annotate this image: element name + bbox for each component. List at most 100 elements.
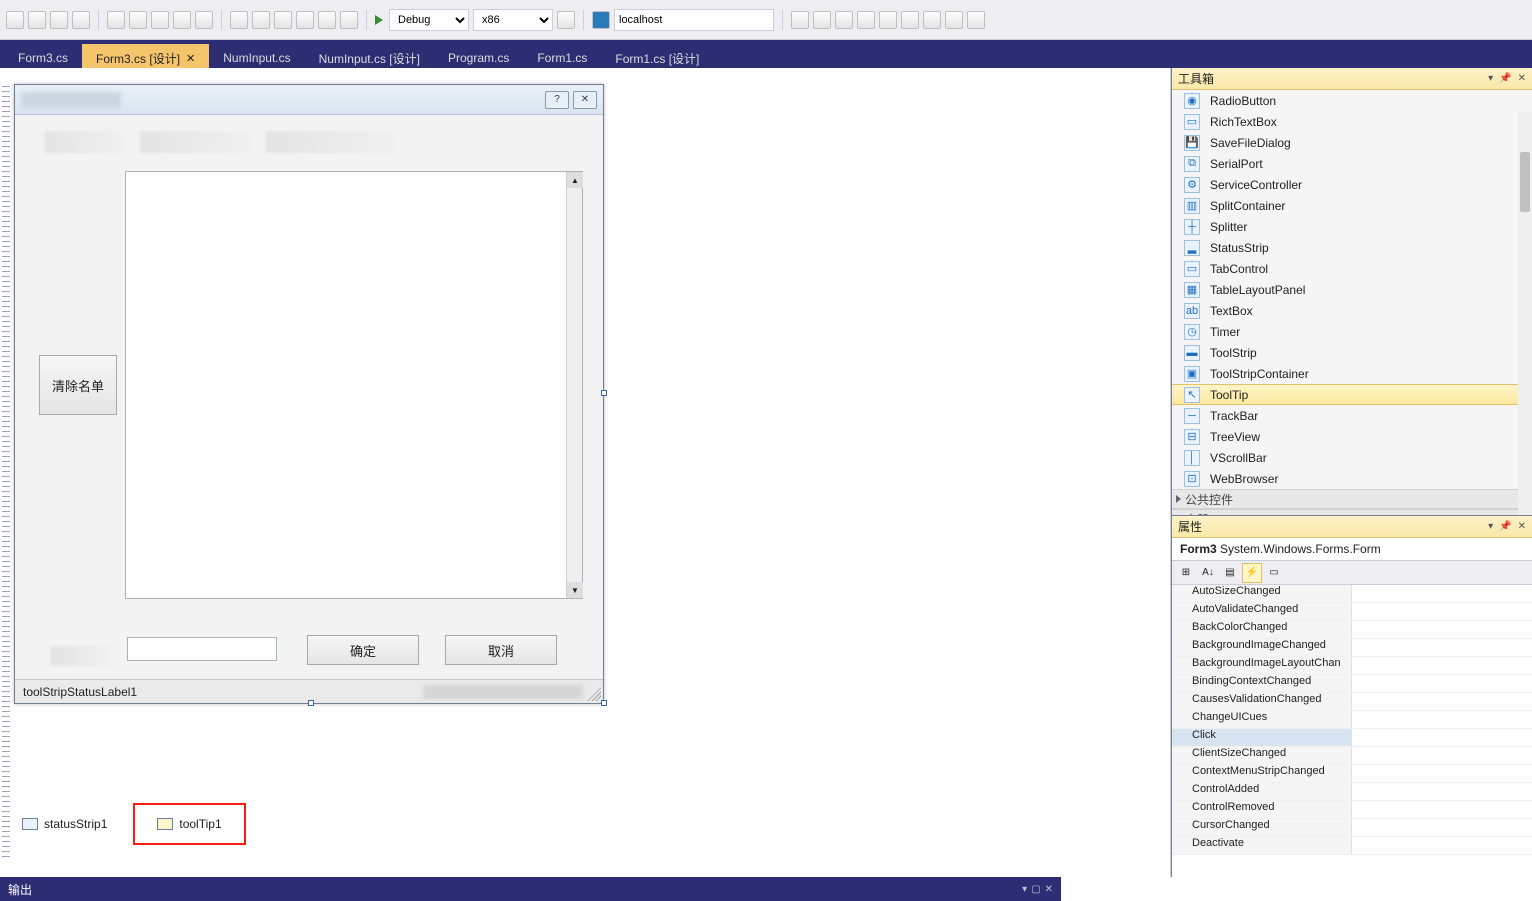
clear-list-button[interactable]: 清除名单 [39,355,117,415]
property-value[interactable] [1352,657,1532,674]
toolbar-button[interactable] [230,11,248,29]
close-icon[interactable]: ✕ [1518,521,1526,532]
toolbox-item-webbrowser[interactable]: ⊡WebBrowser [1172,468,1532,489]
pin-icon[interactable]: 📌 [1499,521,1511,532]
toolbox-item-servicecontroller[interactable]: ⚙ServiceController [1172,174,1532,195]
property-value[interactable] [1352,783,1532,800]
toolbox-item-tabcontrol[interactable]: ▭TabControl [1172,258,1532,279]
toolbox-item-splitcontainer[interactable]: ▥SplitContainer [1172,195,1532,216]
property-row[interactable]: ContextMenuStripChanged [1172,765,1532,783]
document-tab[interactable]: NumInput.cs [设计] [305,44,434,68]
platform-combo[interactable]: x86 [473,9,553,31]
toolbar-button[interactable] [318,11,336,29]
output-tab[interactable]: 输出 ▾ ▢ ✕ [0,877,1061,901]
events-icon[interactable]: ⚡ [1242,563,1262,583]
toolbox-item-serialport[interactable]: ⧉SerialPort [1172,153,1532,174]
toolbar-button[interactable] [945,11,963,29]
vertical-scrollbar[interactable]: ▲ ▼ [566,172,582,598]
document-tab[interactable]: Form1.cs [523,44,601,68]
toolbox-item-tablelayoutpanel[interactable]: ▦TableLayoutPanel [1172,279,1532,300]
toolbox-group[interactable]: 容器 [1172,509,1532,515]
toolbox-list[interactable]: ◉RadioButton▭RichTextBox💾SaveFileDialog⧉… [1172,90,1532,515]
property-row[interactable]: ChangeUICues [1172,711,1532,729]
close-icon[interactable]: ✕ [1045,884,1053,895]
toolbar-button[interactable] [857,11,875,29]
toolbox-item-statusstrip[interactable]: ▂StatusStrip [1172,237,1532,258]
property-row[interactable]: AutoSizeChanged [1172,585,1532,603]
properties-icon[interactable]: ▤ [1220,563,1240,583]
start-debug-icon[interactable] [375,15,385,25]
property-value[interactable] [1352,711,1532,728]
toolbar-button[interactable] [151,11,169,29]
property-grid[interactable]: AutoSizeChangedAutoValidateChangedBackCo… [1172,585,1532,877]
property-value[interactable] [1352,747,1532,764]
toolbar-button[interactable] [923,11,941,29]
size-grip-icon[interactable] [587,687,601,701]
toolbar-button[interactable] [107,11,125,29]
resize-handle[interactable] [601,700,607,706]
browser-icon[interactable] [592,11,610,29]
property-value[interactable] [1352,675,1532,692]
document-tab[interactable]: Form3.cs [4,44,82,68]
toolbar-button[interactable] [296,11,314,29]
property-row[interactable]: AutoValidateChanged [1172,603,1532,621]
target-combo[interactable] [614,9,774,31]
toolbar-button[interactable] [195,11,213,29]
cancel-button[interactable]: 取消 [445,635,557,665]
close-icon[interactable]: ✕ [186,52,195,65]
property-row[interactable]: CursorChanged [1172,819,1532,837]
toolbox-item-vscrollbar[interactable]: │VScrollBar [1172,447,1532,468]
pin-icon[interactable]: ▢ [1031,884,1040,895]
toolbar-button[interactable] [274,11,292,29]
property-row[interactable]: Click [1172,729,1532,747]
property-pages-icon[interactable]: ▭ [1264,563,1284,583]
toolbox-group[interactable]: 公共控件 [1172,489,1532,509]
scroll-up-icon[interactable]: ▲ [567,172,583,188]
toolbox-item-richtextbox[interactable]: ▭RichTextBox [1172,111,1532,132]
property-value[interactable] [1352,639,1532,656]
property-value[interactable] [1352,693,1532,710]
toolbar-button[interactable] [28,11,46,29]
property-value[interactable] [1352,765,1532,782]
config-combo[interactable]: Debug [389,9,469,31]
toolbox-scrollbar[interactable] [1518,112,1532,515]
toolbar-button[interactable] [901,11,919,29]
toolbar-button[interactable] [813,11,831,29]
dropdown-icon[interactable]: ▾ [1488,73,1493,84]
property-row[interactable]: BackgroundImageLayoutChan [1172,657,1532,675]
toolbox-item-splitter[interactable]: ┼Splitter [1172,216,1532,237]
toolbar-button[interactable] [791,11,809,29]
toolbar-button[interactable] [6,11,24,29]
toolbar-button[interactable] [50,11,68,29]
toolbar-button[interactable] [340,11,358,29]
alphabetical-icon[interactable]: A↓ [1198,563,1218,583]
toolbar-button[interactable] [967,11,985,29]
property-value[interactable] [1352,603,1532,620]
property-value[interactable] [1352,729,1532,746]
close-icon[interactable]: ✕ [1518,73,1526,84]
document-tab[interactable]: Program.cs [434,44,523,68]
property-row[interactable]: BackColorChanged [1172,621,1532,639]
toolbar-button[interactable] [129,11,147,29]
designer-surface[interactable]: ? ✕ ▲ ▼ 清除名单 确定 取消 toolStripStatusLabel [0,68,1171,877]
toolbox-item-timer[interactable]: ◷Timer [1172,321,1532,342]
tray-tooltip[interactable]: toolTip1 [133,803,245,845]
resize-handle[interactable] [601,390,607,396]
property-row[interactable]: ControlRemoved [1172,801,1532,819]
close-button[interactable]: ✕ [573,91,597,109]
text-input[interactable] [127,637,277,661]
property-row[interactable]: Deactivate [1172,837,1532,855]
resize-handle[interactable] [308,700,314,706]
property-value[interactable] [1352,837,1532,854]
toolbar-button[interactable] [835,11,853,29]
toolbar-button[interactable] [72,11,90,29]
toolbox-item-toolstrip[interactable]: ▬ToolStrip [1172,342,1532,363]
toolbox-item-savefiledialog[interactable]: 💾SaveFileDialog [1172,132,1532,153]
property-row[interactable]: BindingContextChanged [1172,675,1532,693]
toolbox-item-treeview[interactable]: ⊟TreeView [1172,426,1532,447]
document-tab[interactable]: Form3.cs [设计]✕ [82,44,209,68]
list-box[interactable]: ▲ ▼ [125,171,583,599]
toolbox-item-trackbar[interactable]: ─TrackBar [1172,405,1532,426]
ok-button[interactable]: 确定 [307,635,419,665]
dropdown-icon[interactable]: ▾ [1488,521,1493,532]
